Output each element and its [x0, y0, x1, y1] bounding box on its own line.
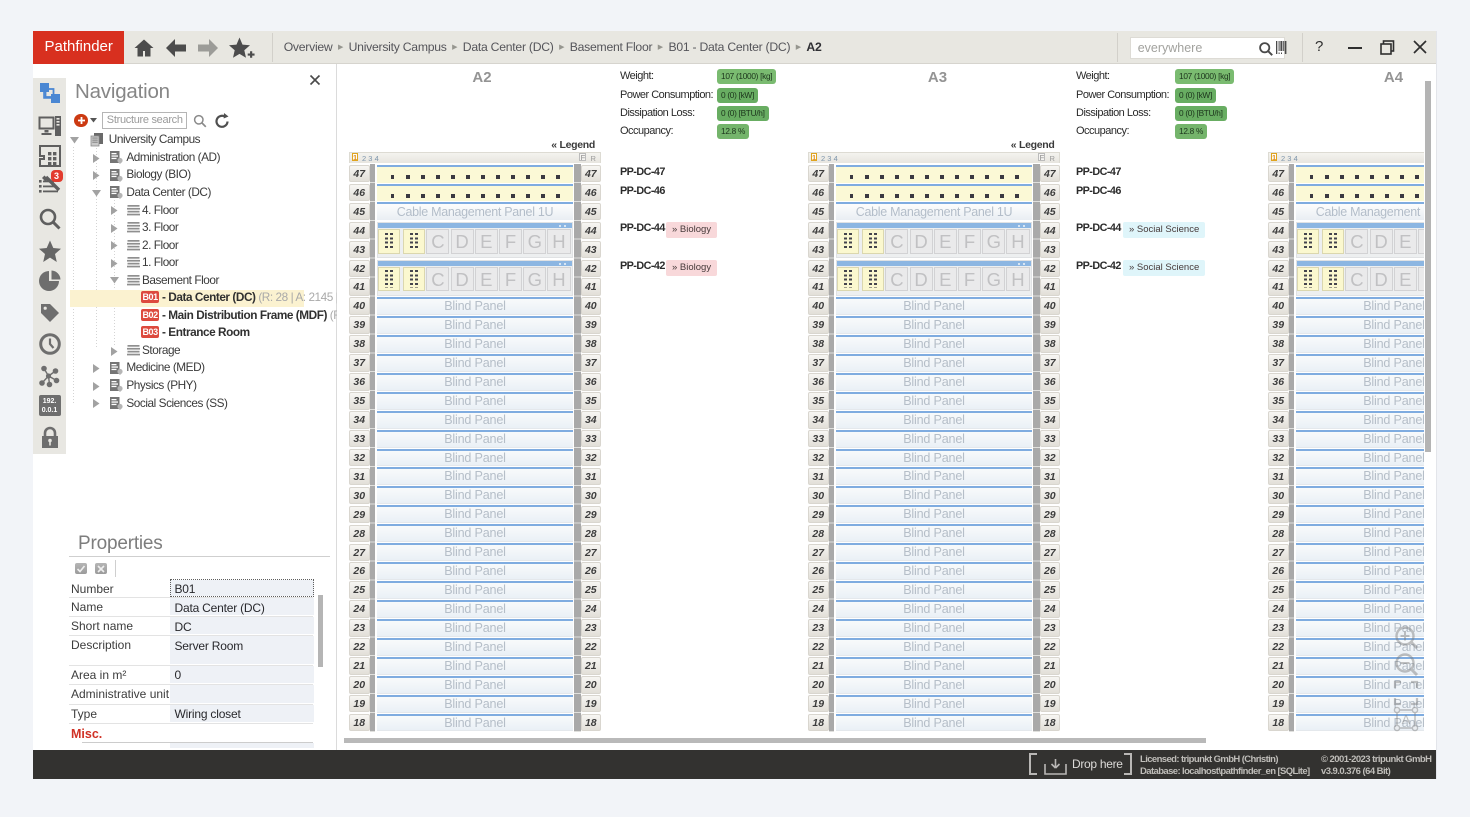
svg-text:A: A [1402, 712, 1411, 727]
